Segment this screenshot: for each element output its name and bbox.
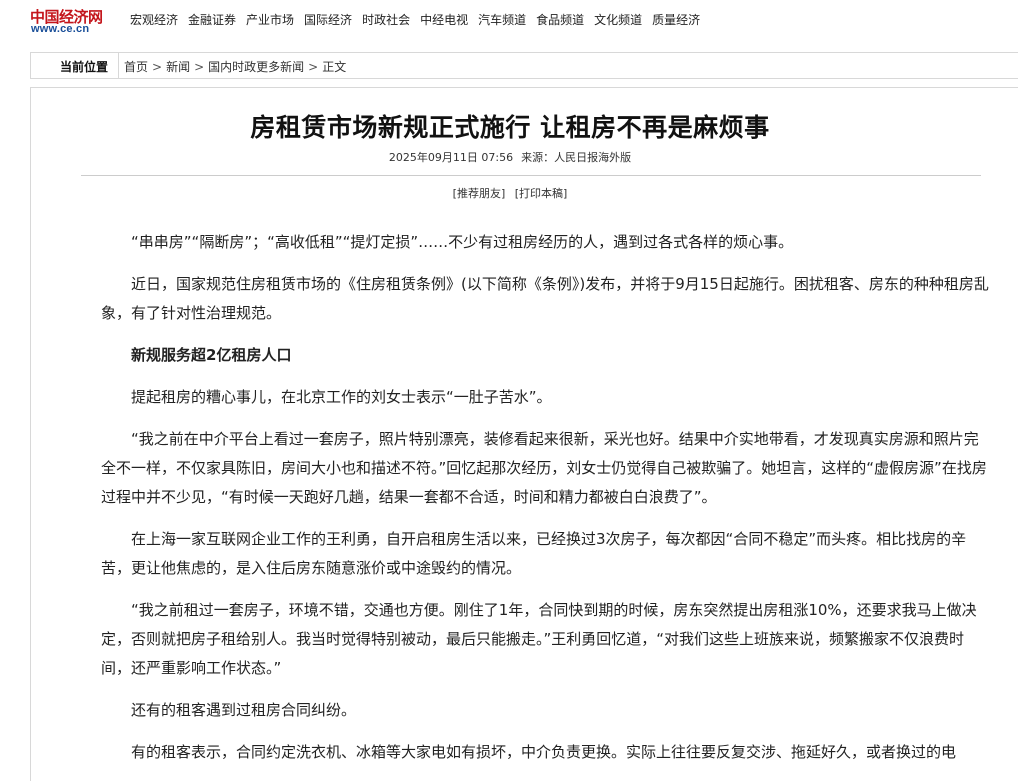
- nav-item-quality[interactable]: 质量经济: [652, 12, 700, 28]
- print-link[interactable]: [打印本稿]: [515, 187, 568, 200]
- breadcrumb-separator: >: [194, 60, 205, 74]
- breadcrumb-divider: [118, 53, 119, 78]
- nav-item-finance[interactable]: 金融证券: [188, 12, 236, 28]
- nav-item-politics[interactable]: 时政社会: [362, 12, 410, 28]
- top-navigation: 中国经济网 www.ce.cn 宏观经济 金融证券 产业市场 国际经济 时政社会…: [0, 0, 1018, 40]
- breadcrumb-home[interactable]: 首页: [124, 60, 148, 74]
- article-body: “串串房”“隔断房”；“高收低租”“提灯定损”……不少有过租房经历的人，遇到过各…: [101, 228, 991, 780]
- nav-item-culture[interactable]: 文化频道: [594, 12, 642, 28]
- breadcrumb-current: 正文: [322, 60, 347, 74]
- nav-item-macro[interactable]: 宏观经济: [130, 12, 178, 28]
- nav-item-food[interactable]: 食品频道: [536, 12, 584, 28]
- recommend-link[interactable]: [推荐朋友]: [453, 187, 506, 200]
- breadcrumb-label: 当前位置: [60, 60, 109, 74]
- breadcrumb-news[interactable]: 新闻: [166, 60, 190, 74]
- article-title: 房租赁市场新规正式施行 让租房不再是麻烦事: [250, 113, 770, 142]
- article-source: 来源：人民日报海外版: [521, 151, 632, 164]
- nav-item-auto[interactable]: 汽车频道: [478, 12, 526, 28]
- site-logo[interactable]: 中国经济网 www.ce.cn: [30, 6, 108, 36]
- paragraph: “我之前租过一套房子，环境不错，交通也方便。刚住了1年，合同快到期的时候，房东突…: [101, 601, 977, 677]
- breadcrumb: 首页 > 新闻 > 国内时政更多新闻 > 正文: [124, 58, 346, 75]
- breadcrumb-separator: >: [152, 60, 163, 74]
- channel-nav: 宏观经济 金融证券 产业市场 国际经济 时政社会 中经电视 汽车频道 食品频道 …: [130, 12, 710, 28]
- paragraph: “我之前在中介平台上看过一套房子，照片特别漂亮，装修看起来很新，采光也好。结果中…: [101, 430, 987, 506]
- article-date: 2025年09月11日 07:56: [388, 151, 514, 164]
- title-divider: [81, 175, 981, 176]
- article-meta: 2025年09月11日 07:56 来源：人民日报海外版: [1, 149, 1018, 165]
- breadcrumb-domestic-news[interactable]: 国内时政更多新闻: [208, 60, 304, 74]
- nav-item-industry[interactable]: 产业市场: [246, 12, 294, 28]
- paragraph: 提起租房的糟心事儿，在北京工作的刘女士表示“一肚子苦水”。: [131, 388, 552, 406]
- paragraph: 还有的租客遇到过租房合同纠纷。: [131, 701, 357, 719]
- paragraph: 近日，国家规范住房租赁市场的《住房租赁条例》(以下简称《条例》)发布，并将于9月…: [101, 275, 989, 322]
- article-tools: [推荐朋友] [打印本稿]: [1, 185, 1018, 201]
- nav-item-international[interactable]: 国际经济: [304, 12, 352, 28]
- breadcrumb-separator: >: [308, 60, 319, 74]
- breadcrumb-bar: 当前位置 首页 > 新闻 > 国内时政更多新闻 > 正文: [30, 52, 1018, 79]
- paragraph: 在上海一家互联网企业工作的王利勇，自开启租房生活以来，已经换过3次房子，每次都因…: [101, 530, 967, 577]
- article-panel: 房租赁市场新规正式施行 让租房不再是麻烦事 2025年09月11日 07:56 来…: [30, 87, 1018, 781]
- paragraph: “串串房”“隔断房”；“高收低租”“提灯定损”……不少有过租房经历的人，遇到过各…: [131, 233, 794, 251]
- paragraph: 有的租客表示，合同约定洗衣机、冰箱等大家电如有损坏，中介负责更换。实际上往往要反…: [131, 743, 957, 761]
- section-heading: 新规服务超2亿租房人口: [131, 346, 292, 364]
- nav-item-tv[interactable]: 中经电视: [420, 12, 468, 28]
- logo-url: www.ce.cn: [31, 23, 90, 35]
